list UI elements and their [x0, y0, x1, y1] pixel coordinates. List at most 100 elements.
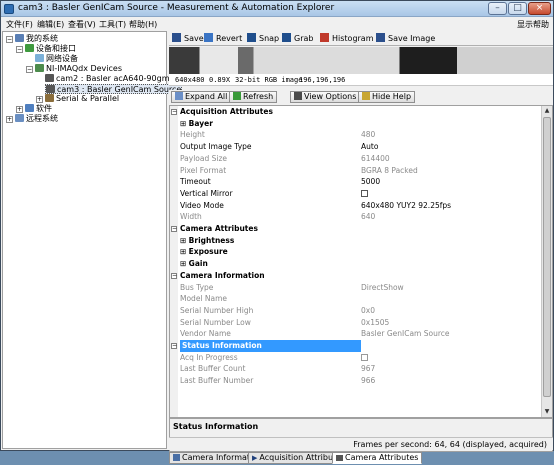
hide-help-button[interactable]: Hide Help [358, 91, 416, 103]
collapse-icon[interactable]: − [171, 272, 177, 279]
row-label: Brightness [180, 235, 235, 247]
row-label: Output Image Type [180, 142, 252, 152]
tab-camera-attributes[interactable]: Camera Attributes [332, 452, 423, 464]
tree-item-devices[interactable]: − 设备和接口 [16, 44, 76, 54]
row-label: Last Buffer Count [180, 364, 246, 374]
row-value: DirectShow [361, 282, 404, 292]
row-vendor-name[interactable]: Vendor Name Basler GenICam Source [170, 328, 541, 340]
image-preview[interactable] [169, 47, 553, 74]
menu-edit[interactable]: 编辑(E) [37, 19, 64, 30]
expand-icon[interactable]: + [36, 96, 43, 103]
row-video-mode[interactable]: Video Mode 640x480 YUY2 92.25fps [170, 200, 541, 212]
snap-button[interactable]: Snap [247, 33, 279, 44]
scroll-up-icon[interactable]: ▲ [542, 106, 552, 116]
row-vertical-mirror[interactable]: Vertical Mirror [170, 188, 541, 200]
expand-all-button[interactable]: Expand All [171, 91, 232, 103]
vertical-scrollbar[interactable]: ▲ ▼ [541, 106, 552, 417]
tree-item-remote[interactable]: + 远程系统 [6, 114, 58, 124]
revert-button[interactable]: Revert [204, 33, 242, 44]
view-options-button[interactable]: View Options [290, 91, 361, 103]
save-button[interactable]: Save [172, 33, 204, 44]
maximize-button[interactable]: □ [508, 2, 527, 15]
grab-button[interactable]: Grab [282, 33, 313, 44]
tree-item-label: 设备和接口 [36, 44, 76, 53]
save-image-button[interactable]: Save Image [376, 33, 435, 44]
section-camera-information[interactable]: − Camera Information [170, 270, 541, 282]
histogram-button[interactable]: Histogram [320, 33, 374, 44]
menu-help[interactable]: 帮助(H) [129, 19, 157, 30]
row-output-image-type[interactable]: Output Image Type Auto [170, 141, 541, 153]
tree-item-software[interactable]: + 软件 [16, 104, 52, 114]
section-label: Acquisition Attributes [180, 107, 273, 116]
tree-item-my-system[interactable]: − 我的系统 [6, 34, 58, 44]
section-status-information[interactable]: − Status Information [170, 340, 541, 352]
row-height[interactable]: Height 480 [170, 129, 541, 141]
row-brightness[interactable]: Brightness [170, 235, 541, 247]
row-label: Serial Number High [180, 305, 254, 315]
expand-icon[interactable]: + [16, 106, 23, 113]
tree-item-cam3[interactable]: cam3 : Basler GenICam Source [45, 84, 183, 94]
row-bayer[interactable]: Bayer [170, 118, 541, 130]
row-value[interactable]: 640x480 YUY2 92.25fps [361, 200, 451, 212]
title-bar: cam3 : Basler GenICam Source - Measureme… [1, 1, 553, 17]
row-last-buffer-count[interactable]: Last Buffer Count 967 [170, 363, 541, 375]
row-model-name[interactable]: Model Name [170, 293, 541, 305]
tree-item-cam2[interactable]: cam2 : Basler acA640-90gm [45, 74, 169, 84]
row-timeout[interactable]: Timeout 5000 [170, 176, 541, 188]
camera-folder-icon [35, 64, 44, 72]
expand-icon[interactable]: + [6, 116, 13, 123]
collapse-icon[interactable]: − [26, 66, 33, 73]
minimize-button[interactable]: – [488, 2, 507, 15]
row-value: 0x0 [361, 305, 375, 315]
row-value[interactable]: 5000 [361, 176, 380, 188]
section-camera-attributes[interactable]: − Camera Attributes [170, 223, 541, 235]
tree-item-label: cam2 : Basler acA640-90gm [56, 74, 170, 83]
expand-all-label: Expand All [185, 92, 228, 101]
row-label: Bus Type [180, 282, 214, 292]
refresh-button[interactable]: Refresh [229, 91, 278, 103]
tree-item-serial[interactable]: + Serial & Parallel [36, 94, 119, 104]
row-width[interactable]: Width 640 [170, 211, 541, 223]
row-value[interactable]: Auto [361, 141, 378, 153]
show-help-button[interactable]: 显示帮助 [517, 19, 549, 30]
row-serial-number-low[interactable]: Serial Number Low 0x1505 [170, 317, 541, 329]
row-bus-type[interactable]: Bus Type DirectShow [170, 282, 541, 294]
row-exposure[interactable]: Exposure [170, 246, 541, 258]
close-button[interactable]: × [528, 2, 551, 15]
menu-file[interactable]: 文件(F) [6, 19, 33, 30]
histogram-label: Histogram [332, 34, 374, 43]
menu-view[interactable]: 查看(V) [68, 19, 96, 30]
scroll-thumb[interactable] [543, 117, 551, 397]
camera-icon [45, 74, 54, 82]
collapse-icon[interactable]: − [171, 226, 177, 232]
row-payload-size[interactable]: Payload Size 614400 [170, 153, 541, 165]
network-icon [35, 54, 44, 62]
row-acq-in-progress[interactable]: Acq In Progress [170, 352, 541, 364]
tree-item-label: NI-IMAQdx Devices [46, 64, 123, 73]
row-value: 614400 [361, 153, 390, 163]
acq-in-progress-checkbox [361, 353, 368, 361]
section-acquisition-attributes[interactable]: − Acquisition Attributes [170, 106, 541, 118]
row-value: 0x1505 [361, 317, 390, 327]
snap-label: Snap [259, 34, 280, 43]
image-info-bar: 640x480 0.89X 32-bit RGB image 196,196,1… [169, 74, 553, 86]
vertical-mirror-checkbox[interactable] [361, 189, 368, 197]
row-label: Model Name [180, 294, 228, 304]
row-serial-number-high[interactable]: Serial Number High 0x0 [170, 305, 541, 317]
row-last-buffer-number[interactable]: Last Buffer Number 966 [170, 375, 541, 387]
devices-icon [25, 44, 34, 52]
row-gain[interactable]: Gain [170, 258, 541, 270]
row-label: Gain [180, 258, 208, 270]
menu-tools[interactable]: 工具(T) [99, 19, 126, 30]
scroll-down-icon[interactable]: ▼ [542, 407, 552, 417]
tree-item-network-devices[interactable]: 网络设备 [35, 54, 78, 64]
row-pixel-format[interactable]: Pixel Format BGRA 8 Packed [170, 165, 541, 177]
collapse-icon[interactable]: − [171, 343, 177, 349]
collapse-icon[interactable]: − [16, 46, 23, 53]
row-value: 480 [361, 130, 376, 140]
row-value: BGRA 8 Packed [361, 165, 418, 175]
collapse-icon[interactable]: − [171, 109, 177, 115]
collapse-icon[interactable]: − [6, 36, 13, 43]
app-icon [4, 4, 14, 14]
tree-item-imaqdx[interactable]: − NI-IMAQdx Devices [26, 64, 122, 74]
